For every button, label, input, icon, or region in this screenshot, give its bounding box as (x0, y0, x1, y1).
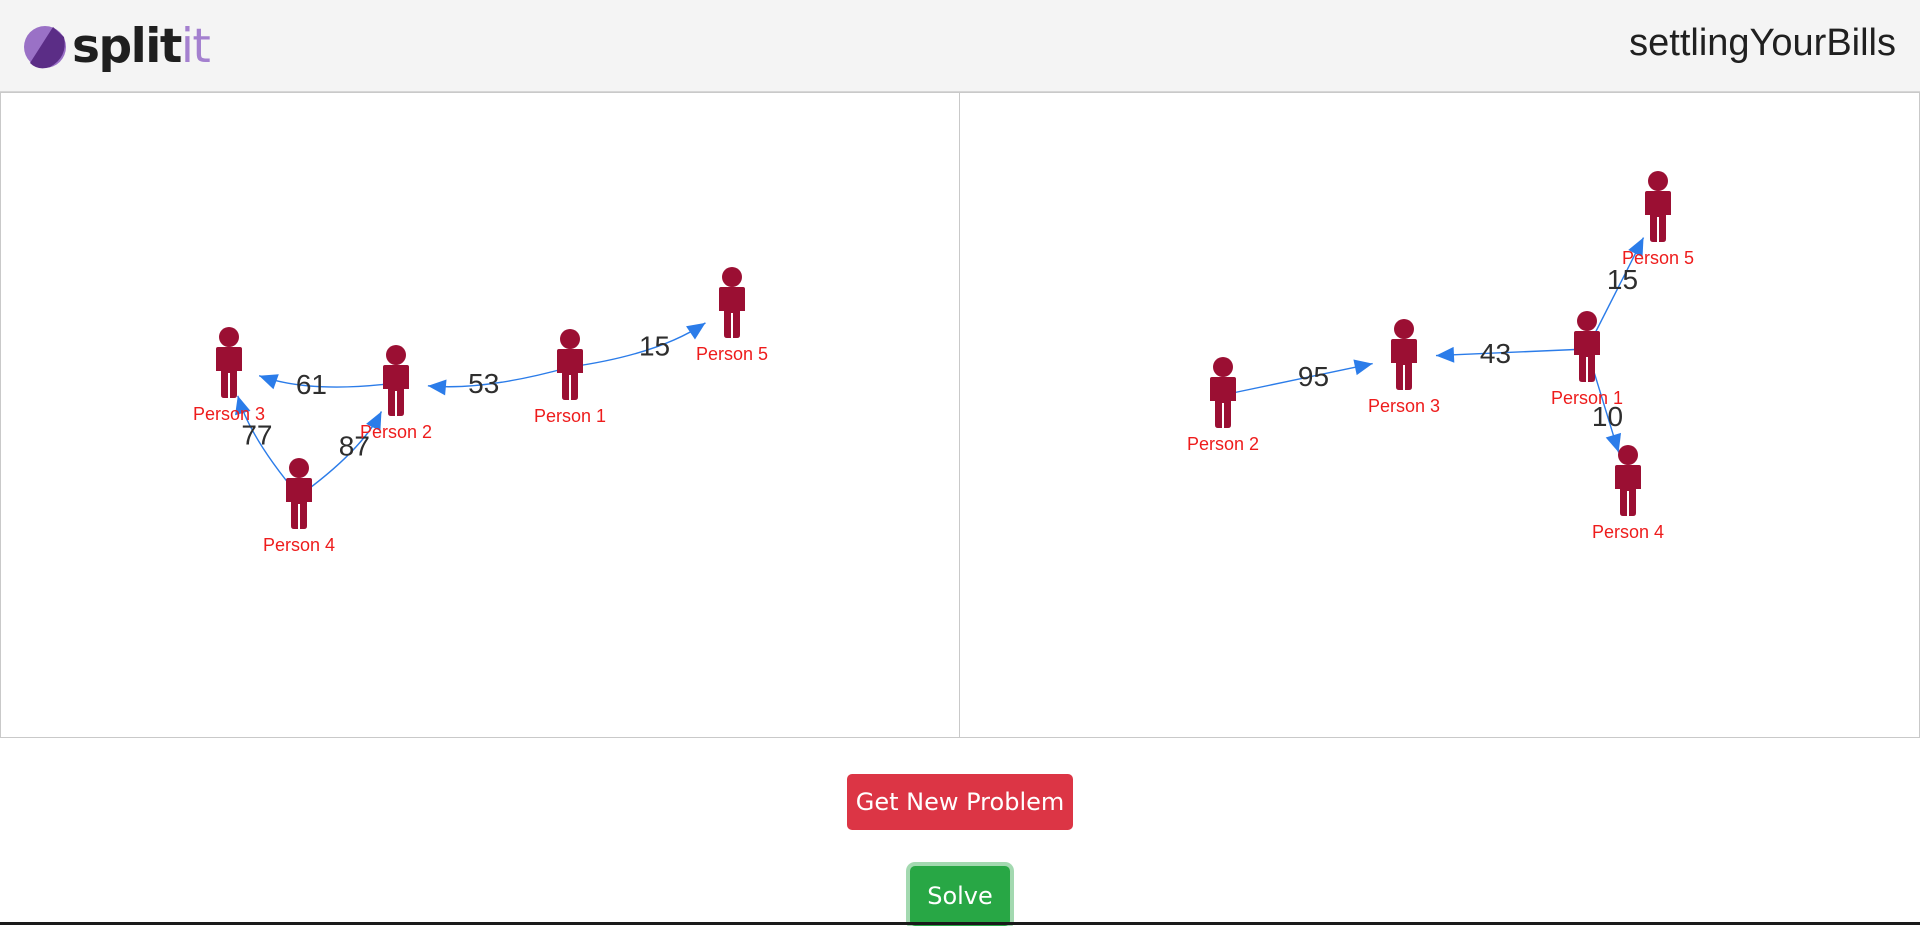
edge-n1-n2[interactable]: 53 (427, 366, 571, 399)
arrowhead-icon (427, 379, 447, 396)
node-n5[interactable]: Person 5 (1622, 171, 1694, 268)
person-label: Person 5 (696, 344, 768, 364)
edge-amount-label: 53 (468, 368, 499, 399)
node-n4[interactable]: Person 4 (1592, 445, 1664, 542)
node-n2[interactable]: Person 2 (360, 345, 432, 442)
navbar: splitit settlingYourBills (0, 0, 1920, 92)
edge-line (258, 375, 397, 388)
person-icon (1210, 357, 1236, 428)
problem-graph-panel[interactable]: 15 53 61 77 87 Person 1 Person 2 Person 3 Person… (0, 92, 960, 738)
solve-button[interactable]: Solve (910, 866, 1010, 926)
person-icon (1645, 171, 1671, 242)
person-label: Person 1 (1551, 388, 1623, 408)
person-icon (216, 327, 242, 398)
person-icon (1391, 319, 1417, 390)
node-n1[interactable]: Person 1 (1551, 311, 1623, 408)
person-label: Person 2 (360, 422, 432, 442)
arrowhead-icon (686, 322, 706, 340)
arrowhead-icon (1605, 432, 1622, 453)
app-title: settlingYourBills (1629, 22, 1896, 64)
arrowhead-icon (259, 374, 279, 390)
solution-graph-canvas[interactable]: 95431510Person 1Person 2Person 3Person 4… (960, 93, 1919, 737)
person-icon (1615, 445, 1641, 516)
person-label: Person 4 (1592, 522, 1664, 542)
splitit-logo-icon (24, 26, 66, 69)
node-n4[interactable]: Person 4 (263, 458, 335, 555)
logo-wordmark: splitit (72, 23, 211, 70)
arrowhead-icon (1353, 359, 1373, 376)
nodes-layer: Person 1 Person 2 Person 3 Person 4 Person 5 (193, 267, 768, 555)
person-label: Person 5 (1622, 248, 1694, 268)
edge-amount-label: 15 (1607, 264, 1638, 295)
person-icon (719, 267, 745, 338)
person-label: Person 2 (1187, 434, 1259, 454)
person-label: Person 4 (263, 535, 335, 555)
problem-graph-canvas[interactable]: 15536177 87Person 1Person 2Person 3Person… (1, 93, 959, 737)
person-icon (1574, 311, 1600, 382)
node-n1[interactable]: Person 1 (534, 329, 606, 426)
person-label: Person 3 (193, 404, 265, 424)
edge-n2-n3[interactable]: 61 (258, 369, 397, 400)
edge-n1-n5[interactable]: 15 (569, 322, 706, 368)
edge-amount-label: 61 (296, 369, 327, 400)
node-n3[interactable]: Person 3 (1368, 319, 1440, 416)
logo-text-main: split (72, 18, 182, 74)
edge-amount-label: 15 (639, 330, 670, 361)
edge-amount-label: 95 (1298, 361, 1329, 392)
splitit-logo[interactable]: splitit (22, 16, 211, 76)
edge-amount-label: 43 (1480, 338, 1511, 369)
logo-text-accent: it (180, 18, 211, 74)
node-n3[interactable]: Person 3 (193, 327, 265, 424)
edge-line (569, 322, 706, 368)
person-icon (286, 458, 312, 529)
arrowhead-icon (1435, 346, 1455, 363)
node-n5[interactable]: Person 5 (696, 267, 768, 364)
person-icon (383, 345, 409, 416)
person-icon (557, 329, 583, 400)
edge-line (1435, 348, 1588, 357)
person-label: Person 1 (534, 406, 606, 426)
get-new-problem-button[interactable]: Get New Problem (847, 774, 1073, 830)
node-n2[interactable]: Person 2 (1187, 357, 1259, 454)
person-label: Person 3 (1368, 396, 1440, 416)
edge-n1-n3[interactable]: 43 (1435, 338, 1588, 369)
solution-graph-panel[interactable]: 95 43 15 10 Person 1 Person 2 Person 3 Person 4… (959, 92, 1920, 738)
edge-n2-n3[interactable]: 95 (1222, 359, 1373, 396)
